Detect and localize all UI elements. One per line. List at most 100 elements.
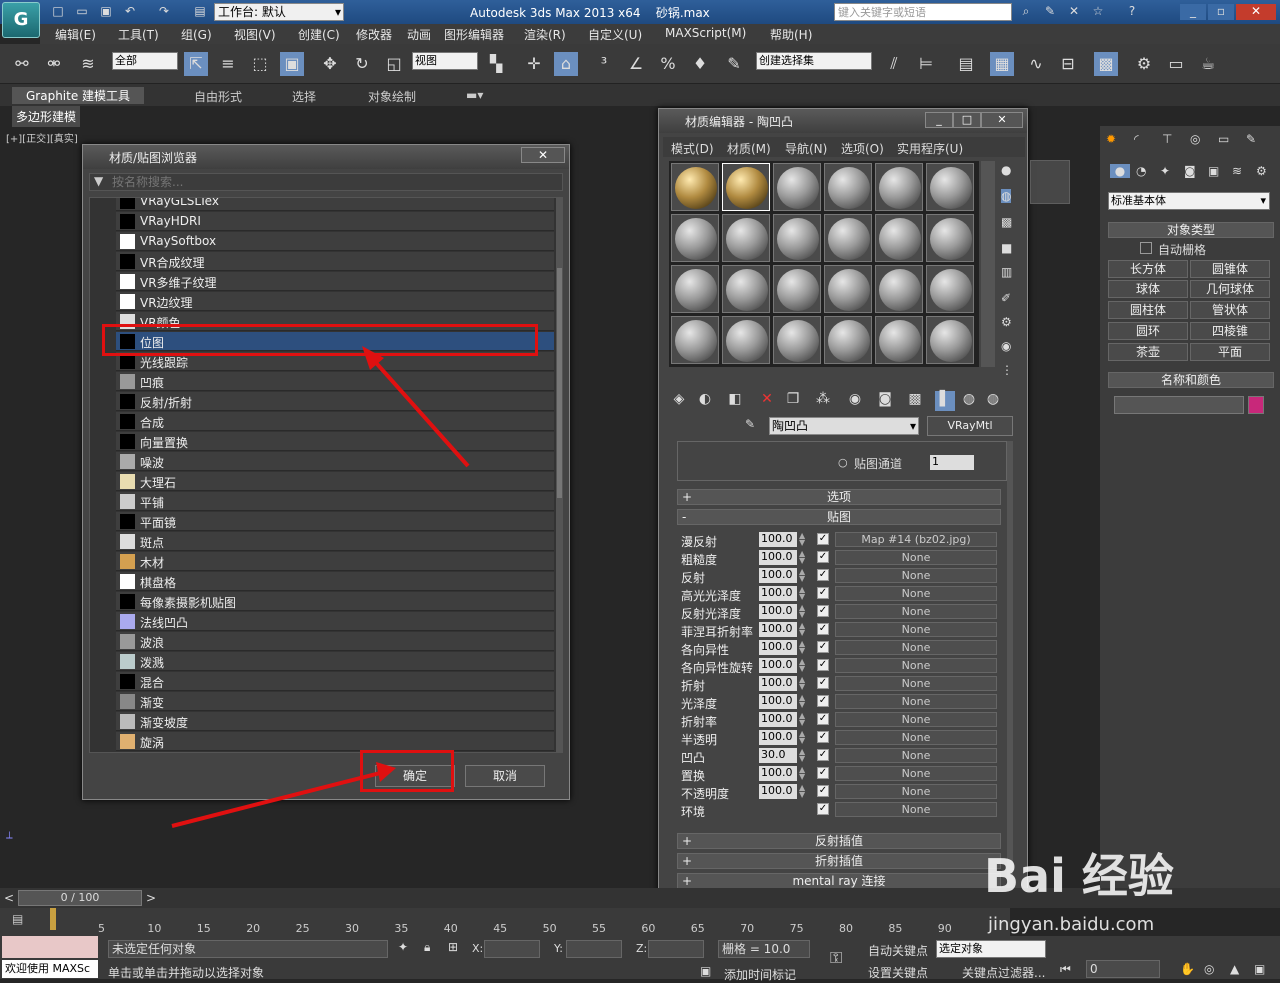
map-list-item[interactable]: VRayGLSLTex (116, 198, 554, 211)
background-icon[interactable]: ▩ (1001, 215, 1012, 229)
sample-slot[interactable] (773, 163, 821, 211)
geometry-icon[interactable]: ● (1110, 164, 1130, 178)
rotate-icon[interactable]: ↻ (350, 52, 374, 76)
spinner-snap-icon[interactable]: ♦ (688, 52, 712, 76)
spinner-icon[interactable]: ▲ ▼ (799, 604, 809, 619)
window-crossing-icon[interactable]: ▣ (280, 52, 304, 76)
shapes-icon[interactable]: ◔ (1136, 164, 1146, 178)
map-enable-checkbox[interactable]: ✓ (817, 803, 829, 815)
map-amount-input[interactable]: 100.0 (759, 532, 797, 547)
menu-group[interactable]: 组(G) (181, 26, 212, 43)
maximize-button[interactable]: ▫ (1208, 4, 1234, 20)
map-amount-input[interactable]: 100.0 (759, 658, 797, 673)
map-list-item[interactable]: 旋涡 (116, 732, 554, 751)
app-logo-icon[interactable]: G (2, 2, 40, 38)
menu-edit[interactable]: 编辑(E) (55, 26, 96, 43)
isolate-icon[interactable]: ✦ (398, 940, 408, 954)
help-search-input[interactable]: 键入关键字或短语 (834, 3, 1012, 21)
pivot-icon[interactable]: ▚ (484, 52, 508, 76)
mated-menu-navigation[interactable]: 导航(N) (785, 140, 827, 157)
edit-named-sel-icon[interactable]: ✎ (722, 52, 746, 76)
map-enable-checkbox[interactable]: ✓ (817, 551, 829, 563)
track-bar-icon[interactable]: ▤ (12, 912, 23, 926)
show-end-result-icon[interactable]: ▌ (935, 391, 955, 411)
viewport-label[interactable]: [+][正交][真实] (6, 130, 78, 145)
map-amount-input[interactable]: 100.0 (759, 730, 797, 745)
open-icon[interactable]: ▭ (74, 4, 90, 20)
sample-slot[interactable] (875, 265, 923, 313)
mated-close-button[interactable]: ✕ (981, 112, 1023, 128)
y-coord-input[interactable] (566, 940, 622, 958)
map-enable-checkbox[interactable]: ✓ (817, 677, 829, 689)
map-channel-input[interactable]: 1 (930, 455, 974, 470)
object-type-rollout[interactable]: 对象类型 (1108, 222, 1274, 238)
torus-button[interactable]: 圆环 (1108, 322, 1188, 340)
refract-interp-rollout[interactable]: + 折射插值 (677, 853, 1001, 869)
spinner-icon[interactable]: ▲ ▼ (799, 532, 809, 547)
pyramid-button[interactable]: 四棱锥 (1190, 322, 1270, 340)
schematic-icon[interactable]: ⊟ (1056, 52, 1080, 76)
map-enable-checkbox[interactable]: ✓ (817, 623, 829, 635)
menu-maxscript[interactable]: MAXScript(M) (665, 26, 746, 40)
material-editor-icon[interactable]: ▩ (1094, 52, 1118, 76)
current-time-marker[interactable] (50, 908, 56, 930)
sample-slot[interactable] (875, 214, 923, 262)
keyboard-shortcut-icon[interactable]: ⌂ (554, 52, 578, 76)
get-material-icon[interactable]: ◈ (669, 391, 689, 411)
select-by-material-icon[interactable]: ◉ (1001, 339, 1011, 353)
map-slot-button[interactable]: None (835, 658, 997, 673)
render-frame-icon[interactable]: ▭ (1164, 52, 1188, 76)
mated-menu-mode[interactable]: 模式(D) (671, 140, 714, 157)
move-icon[interactable]: ✥ (318, 52, 342, 76)
link-icon[interactable]: ⚯ (10, 52, 34, 76)
map-navigator-icon[interactable]: ⋮ (1001, 363, 1013, 377)
layer-icon[interactable]: ▤ (954, 52, 978, 76)
map-amount-input[interactable]: 100.0 (759, 784, 797, 799)
create-tab-icon[interactable]: ✹ (1106, 132, 1116, 146)
put-library-icon[interactable]: ◉ (845, 391, 865, 411)
tube-button[interactable]: 管状体 (1190, 301, 1270, 319)
minimize-button[interactable]: _ (1180, 4, 1206, 20)
sample-slot[interactable] (824, 214, 872, 262)
render-icon[interactable]: ☕ (1196, 52, 1220, 76)
selected-objects-select[interactable]: 选定对象 (936, 940, 1046, 958)
hierarchy-tab-icon[interactable]: ⊤ (1162, 132, 1172, 146)
map-list-item[interactable]: 渐变坡度 (116, 712, 554, 731)
save-icon[interactable]: ▣ (98, 4, 114, 20)
map-slot-button[interactable]: None (835, 550, 997, 565)
browser-search-input[interactable] (112, 174, 562, 190)
map-list-item[interactable]: 平铺 (116, 492, 554, 511)
reset-map-icon[interactable]: ✕ (757, 391, 777, 411)
map-list-item[interactable]: 噪波 (116, 452, 554, 471)
x-coord-input[interactable] (484, 940, 540, 958)
map-list-item[interactable]: 反射/折射 (116, 392, 554, 411)
teapot-button[interactable]: 茶壶 (1108, 343, 1188, 361)
box-button[interactable]: 长方体 (1108, 260, 1188, 278)
map-slot-button[interactable]: None (835, 568, 997, 583)
mated-maximize-button[interactable]: □ (953, 112, 981, 128)
auto-key-button[interactable]: 自动关键点 (868, 942, 928, 959)
map-slot-button[interactable]: None (835, 784, 997, 799)
mated-minimize-button[interactable]: _ (925, 112, 953, 128)
ref-coord-select[interactable]: 视图 (412, 52, 478, 70)
map-list-item[interactable]: VR边纹理 (116, 292, 554, 311)
put-to-scene-icon[interactable]: ◐ (695, 391, 715, 411)
map-list-item[interactable]: 渐变 (116, 692, 554, 711)
map-slot-button[interactable]: None (835, 766, 997, 781)
map-slot-button[interactable]: None (835, 802, 997, 817)
map-list-item[interactable]: 泼溅 (116, 652, 554, 671)
map-enable-checkbox[interactable]: ✓ (817, 731, 829, 743)
tab-freeform[interactable]: 自由形式 (194, 88, 242, 105)
map-slot-button[interactable]: Map #14 (bz02.jpg) (835, 532, 997, 547)
helpers-icon[interactable]: ▣ (1208, 164, 1219, 178)
mirror-icon[interactable]: ⫽ (882, 52, 906, 76)
selection-filter[interactable]: 全部 (112, 52, 178, 70)
map-enable-checkbox[interactable]: ✓ (817, 569, 829, 581)
map-list-item[interactable]: 凹痕 (116, 372, 554, 391)
sample-slot[interactable] (926, 163, 974, 211)
menu-animation[interactable]: 动画 (407, 26, 431, 43)
reflect-interp-rollout[interactable]: + 反射插值 (677, 833, 1001, 849)
copy-material-icon[interactable]: ❐ (783, 391, 803, 411)
sample-slot[interactable] (824, 265, 872, 313)
map-enable-checkbox[interactable]: ✓ (817, 749, 829, 761)
